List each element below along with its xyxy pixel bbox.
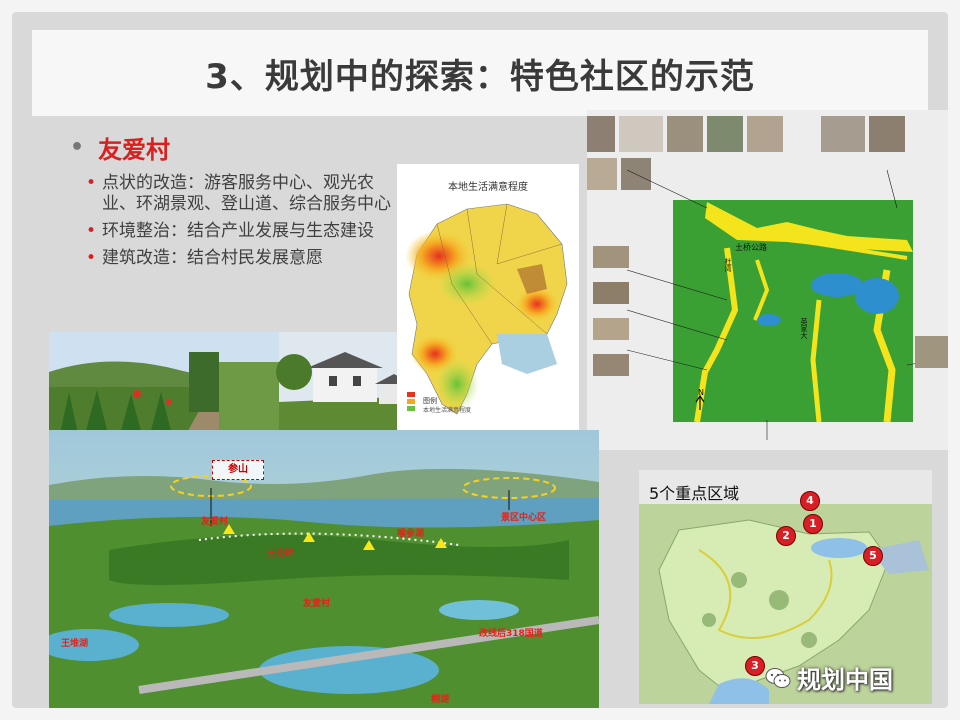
aerial-label: 改线后318国道 bbox=[479, 629, 543, 639]
wechat-icon bbox=[765, 667, 791, 688]
bullet-main: • 友爱村 bbox=[68, 130, 398, 165]
plan-label: 土桥公路 bbox=[735, 243, 767, 252]
key-zones-title: 5个重点区域 bbox=[649, 484, 740, 503]
aerial-label: 三岗岭 bbox=[267, 549, 295, 559]
slide: 3、规划中的探索：特色社区的示范 • 友爱村 • 点状的改造：游客服务中心、观光农… bbox=[12, 12, 948, 708]
village-plan: 土桥公路 N 杜湾 英家大 bbox=[587, 110, 948, 450]
bullet-list: • 友爱村 • 点状的改造：游客服务中心、观光农业、环湖景观、登山道、综合服务中心… bbox=[68, 130, 398, 275]
aerial-label: 友爱村 bbox=[201, 517, 229, 527]
aerial-label: 桐湖 bbox=[431, 695, 450, 705]
aerial-rendering: 参山 友爱村 景区中心区 三岗岭 喉参湖 友爱村 王堆湖 改线后318国道 桐湖 bbox=[49, 430, 599, 708]
aerial-label: 喉参湖 bbox=[397, 529, 425, 539]
sub-bullet: • 点状的改造：游客服务中心、观光农业、环湖景观、登山道、综合服务中心 bbox=[68, 173, 398, 215]
zone-marker: 3 bbox=[745, 656, 765, 676]
zone-marker: 5 bbox=[863, 546, 883, 566]
map-legend-subtitle: 本地生活满意程度 bbox=[423, 407, 472, 414]
bullet-dot-icon: • bbox=[70, 135, 85, 160]
sub-bullet-text: 环境整治：结合产业发展与生态建设 bbox=[102, 221, 374, 241]
sub-bullet-text: 点状的改造：游客服务中心、观光农业、环湖景观、登山道、综合服务中心 bbox=[102, 173, 391, 214]
watermark: 规划中国 bbox=[765, 660, 893, 695]
title-banner: 3、规划中的探索：特色社区的示范 bbox=[32, 30, 928, 116]
bullet-dot-icon: • bbox=[86, 248, 97, 268]
north-label: N bbox=[698, 388, 704, 397]
plan-place-label: 英家大 bbox=[800, 318, 808, 339]
plan-place-label: 杜湾 bbox=[724, 258, 732, 272]
village-plan-image bbox=[587, 110, 948, 450]
bullet-main-text: 友爱村 bbox=[98, 136, 171, 164]
aerial-label: 友爱村 bbox=[303, 599, 331, 609]
aerial-label: 王堆湖 bbox=[61, 639, 89, 649]
callout-mountain: 参山 bbox=[212, 460, 264, 480]
page-title: 3、规划中的探索：特色社区的示范 bbox=[205, 56, 755, 97]
zone-marker: 2 bbox=[776, 526, 796, 546]
sub-bullet: • 环境整治：结合产业发展与生态建设 bbox=[68, 221, 398, 242]
bullet-dot-icon: • bbox=[86, 221, 97, 241]
watermark-text: 规划中国 bbox=[797, 666, 893, 694]
sub-bullet-text: 建筑改造：结合村民发展意愿 bbox=[102, 248, 323, 268]
sub-bullet: • 建筑改造：结合村民发展意愿 bbox=[68, 248, 398, 269]
village-photos bbox=[49, 332, 419, 438]
bullet-dot-icon: • bbox=[86, 173, 97, 193]
satisfaction-map: 本地生活满意程度 图例 本地生活满意程度 bbox=[397, 164, 579, 436]
aerial-rendering-image bbox=[49, 430, 599, 708]
zone-marker: 1 bbox=[803, 514, 823, 534]
key-zones-map: 5个重点区域 4 1 2 5 3 规划中国 bbox=[639, 470, 932, 704]
aerial-label: 景区中心区 bbox=[501, 513, 547, 523]
village-photos-image bbox=[49, 332, 419, 438]
zone-marker: 4 bbox=[800, 491, 820, 511]
callout-mountain-text: 参山 bbox=[228, 464, 248, 475]
